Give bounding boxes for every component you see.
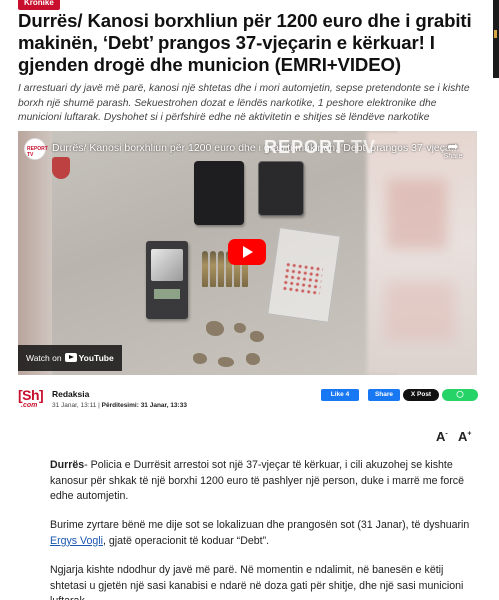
video-title[interactable]: Durrës/ Kanosi borxhliun për 1200 euro d… <box>52 142 460 154</box>
whatsapp-icon: ◯ <box>456 391 464 398</box>
logo-main-text: [Sh] <box>18 387 44 403</box>
updated-date: 31 Janar, 13:33 <box>140 402 187 409</box>
facebook-share-button[interactable]: Share <box>368 389 400 401</box>
font-decrease-letter: A <box>436 429 446 444</box>
sh-com-logo[interactable]: [Sh] .com <box>18 387 46 413</box>
suspect-name-link[interactable]: Ergys Vogli <box>50 535 103 547</box>
scale-plate <box>151 249 183 281</box>
top-bar <box>0 0 499 8</box>
updated-label: Përditesimi: <box>101 402 139 409</box>
category-badge[interactable]: Kronike <box>18 0 60 10</box>
drug-dose-image <box>250 331 264 342</box>
electronic-scale-image <box>146 241 188 319</box>
font-increase-button[interactable]: A+ <box>458 429 471 444</box>
seized-phone-image <box>258 161 304 216</box>
drug-dose-image <box>218 357 234 367</box>
watermark-tv: TV <box>351 137 377 157</box>
drug-dose-image <box>246 353 260 365</box>
paragraph-text: - Policia e Durrësit arrestoi sot një 37… <box>50 459 464 502</box>
watch-on-label: Watch on <box>26 353 62 363</box>
article-byline: [Sh] .com Redaksia 31 Janar, 13:11 | Për… <box>18 383 478 413</box>
article-paragraph: Ngjarja kishte ndodhur dy javë më parë. … <box>50 564 464 600</box>
youtube-label: YouTube <box>78 353 114 363</box>
channel-avatar[interactable]: REPORT TV <box>24 138 48 160</box>
logo-sub-text: .com <box>21 402 38 409</box>
bullet <box>218 251 224 287</box>
paragraph-text: , gjatë operacionit të koduar “Debt”. <box>103 534 270 547</box>
side-ad-strip <box>493 0 499 78</box>
author-name[interactable]: Redaksia <box>52 389 89 399</box>
video-blur-right <box>367 131 477 375</box>
paragraph-lead: Durrës <box>50 459 85 471</box>
published-date: 31 Janar, 13:11 <box>52 402 97 409</box>
video-share-button[interactable]: ➦ Share <box>439 139 467 160</box>
facebook-like-button[interactable]: Like 4 <box>321 389 359 401</box>
article-title: Durrës/ Kanosi borxhliun për 1200 euro d… <box>18 10 472 75</box>
share-arrow-icon: ➦ <box>447 138 459 154</box>
font-decrease-button[interactable]: A- <box>436 429 448 444</box>
drug-dose-image <box>234 323 246 333</box>
scale-display <box>154 289 180 299</box>
police-emblem-icon <box>52 157 70 179</box>
play-button-icon[interactable] <box>228 239 266 265</box>
report-tv-watermark: REPORT TV <box>264 137 376 158</box>
article-dates: 31 Janar, 13:11 | Përditesimi: 31 Janar,… <box>52 402 187 409</box>
font-increase-sign: + <box>467 430 472 438</box>
video-player[interactable]: REPORT TV Durrës/ Kanosi borxhliun për 1… <box>18 131 477 375</box>
seized-phone-image <box>194 161 244 225</box>
channel-avatar-label: REPORT TV <box>27 146 48 158</box>
youtube-icon <box>64 353 77 362</box>
video-blur-left <box>18 131 52 375</box>
drug-dose-image <box>206 321 224 336</box>
font-decrease-sign: - <box>445 430 448 438</box>
watch-on-youtube-button[interactable]: Watch on YouTube <box>18 345 122 371</box>
bullet <box>202 251 208 287</box>
video-share-label: Share <box>443 153 463 160</box>
bullet <box>210 251 216 287</box>
whatsapp-share-button[interactable]: ◯ <box>442 389 478 401</box>
article-paragraph: Durrës- Policia e Durrësit arrestoi sot … <box>50 458 480 505</box>
drug-dose-image <box>193 353 207 364</box>
x-post-button[interactable]: X Post <box>403 389 439 401</box>
watermark-report: REPORT <box>264 137 346 157</box>
article-summary: I arrestuari dy javë më parë, kanosi një… <box>18 83 470 123</box>
drug-bag-image <box>267 227 341 323</box>
article-paragraph: Burime zyrtare bënë me dije sot se lokal… <box>50 518 480 549</box>
bag-contents <box>281 261 324 297</box>
paragraph-text: Burime zyrtare bënë me dije sot se lokal… <box>50 519 470 531</box>
font-increase-letter: A <box>458 429 468 444</box>
